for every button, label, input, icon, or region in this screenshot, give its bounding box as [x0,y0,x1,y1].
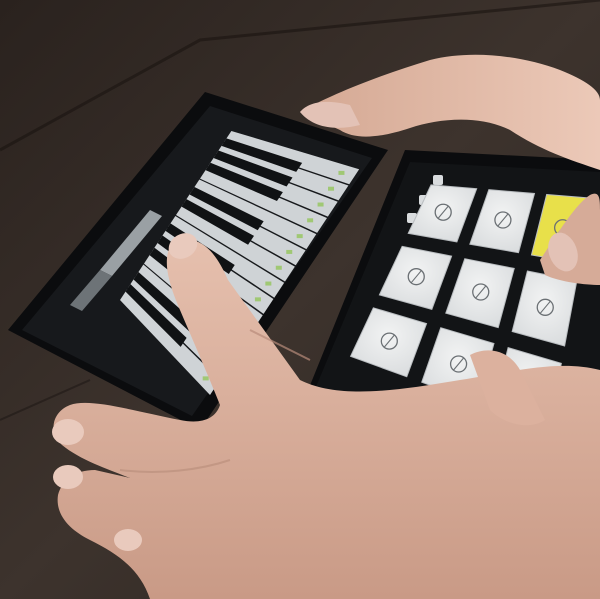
piano-key-marker [202,376,209,381]
piano-key-marker [265,281,272,286]
piano-key-marker [338,170,345,175]
fingernail-middle [52,419,84,445]
piano-key-marker [275,265,282,270]
grid-icon[interactable] [433,175,443,185]
photo-canvas [0,0,600,599]
fingernail-ring [53,465,83,489]
piano-key-marker [286,249,293,254]
photo-scene [0,0,600,599]
piano-key-marker [317,202,324,207]
fingernail-pinky [114,529,142,551]
piano-key-marker [307,218,314,223]
piano-key-marker [254,297,261,302]
piano-key-marker [296,234,303,239]
piano-key-marker [328,186,335,191]
